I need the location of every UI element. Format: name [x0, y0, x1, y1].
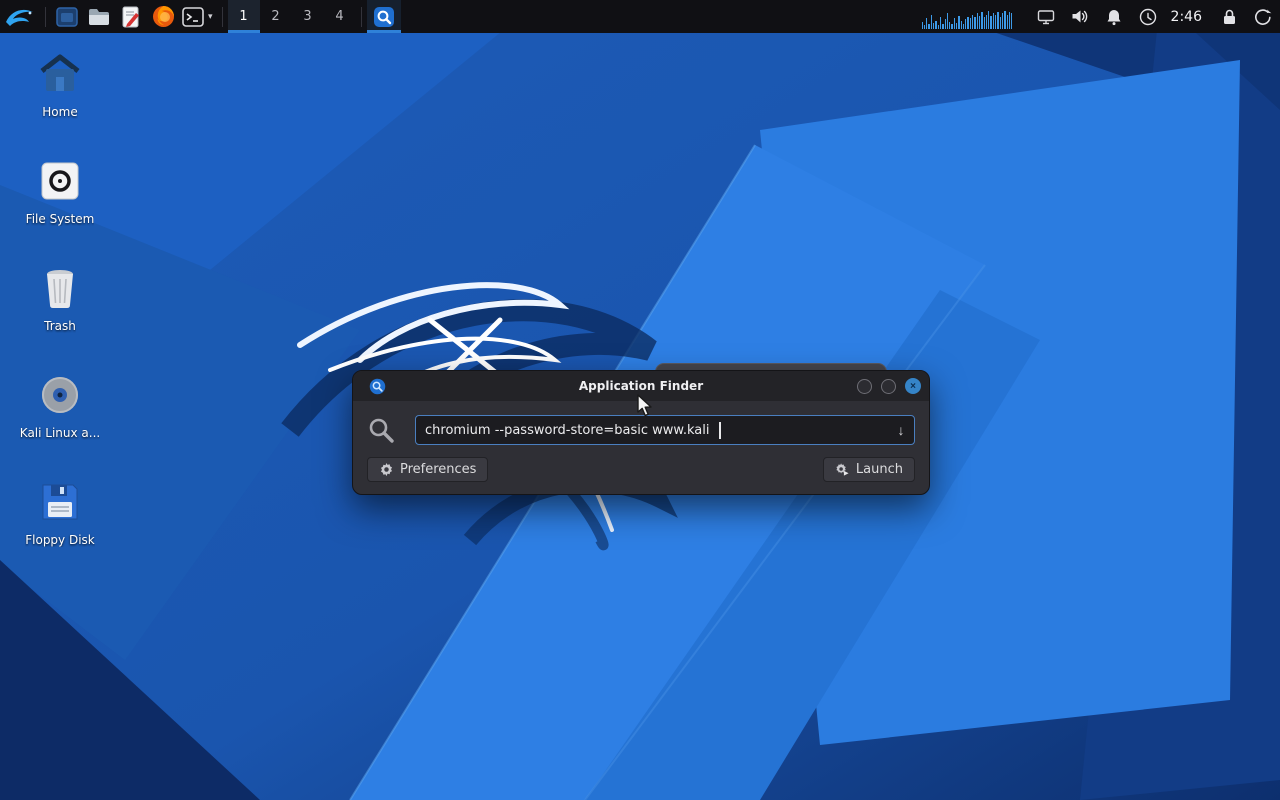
window-controls: ×: [857, 378, 921, 394]
firefox-launcher[interactable]: [147, 0, 179, 33]
desktop-icon-file-system[interactable]: File System: [8, 155, 112, 262]
home-icon: [34, 48, 86, 100]
search-row: ↓: [367, 415, 915, 445]
window-title: Application Finder: [353, 379, 929, 393]
folder-launcher[interactable]: [83, 0, 115, 33]
kali-menu-icon: [5, 5, 35, 29]
desktop: ▾ 1 2 3 4: [0, 0, 1280, 800]
terminal-icon: [182, 6, 204, 28]
search-icon: [367, 416, 395, 444]
gear-icon: [379, 462, 394, 477]
minimize-button[interactable]: [857, 379, 872, 394]
workspace-1[interactable]: 1: [228, 0, 260, 33]
workspace-3[interactable]: 3: [292, 0, 324, 33]
launch-button[interactable]: Launch: [823, 457, 915, 482]
close-button[interactable]: ×: [905, 378, 921, 394]
terminal-launcher[interactable]: ▾: [179, 0, 217, 33]
trash-icon: [34, 262, 86, 314]
text-editor-launcher[interactable]: [115, 0, 147, 33]
desktop-icon-list: Home File System Trash: [8, 48, 112, 583]
command-input-wrap: ↓: [415, 415, 915, 445]
text-editor-icon: [120, 6, 142, 28]
desktop-icon-label: Kali Linux a...: [20, 426, 100, 440]
preferences-label: Preferences: [400, 462, 476, 477]
folder-icon: [88, 6, 110, 28]
taskbar-application-finder[interactable]: [367, 0, 401, 33]
system-monitor-graph[interactable]: [920, 0, 1015, 33]
clock[interactable]: 2:46: [1171, 9, 1202, 25]
preferences-button[interactable]: Preferences: [367, 457, 488, 482]
volume-icon[interactable]: [1063, 0, 1097, 33]
file-system-icon: [34, 155, 86, 207]
file-manager-launcher[interactable]: [51, 0, 83, 33]
maximize-button[interactable]: [881, 379, 896, 394]
disc-icon: [34, 369, 86, 421]
desktop-icon-label: Floppy Disk: [25, 533, 95, 547]
desktop-icon-kali-linux[interactable]: Kali Linux a...: [8, 369, 112, 476]
desktop-icon-label: Trash: [44, 319, 76, 333]
button-row: Preferences Launch: [367, 457, 915, 482]
desktop-icon-trash[interactable]: Trash: [8, 262, 112, 369]
workspace-4[interactable]: 4: [324, 0, 356, 33]
notifications-icon[interactable]: [1097, 0, 1131, 33]
lock-icon[interactable]: [1212, 0, 1246, 33]
desktop-icon-home[interactable]: Home: [8, 48, 112, 155]
application-finder-icon: [373, 6, 395, 28]
run-icon: [835, 462, 850, 477]
desktop-icon-label: File System: [26, 212, 95, 226]
workspace-switcher: 1 2 3 4: [228, 0, 356, 33]
command-input[interactable]: [416, 416, 888, 444]
terminal-button[interactable]: [179, 0, 207, 33]
display-icon[interactable]: [1029, 0, 1063, 33]
desktop-icon-label: Home: [42, 105, 77, 119]
desktop-icon-floppy-disk[interactable]: Floppy Disk: [8, 476, 112, 583]
file-manager-icon: [56, 6, 78, 28]
text-caret: [719, 422, 721, 439]
session-icon[interactable]: [1246, 0, 1280, 33]
workspace-2[interactable]: 2: [260, 0, 292, 33]
firefox-icon: [152, 5, 175, 28]
titlebar[interactable]: Application Finder ×: [353, 371, 929, 401]
history-dropdown-button[interactable]: ↓: [888, 416, 914, 444]
monitor-bars: [922, 5, 1013, 29]
chevron-down-icon[interactable]: ▾: [207, 12, 217, 22]
panel-separator: [45, 7, 46, 27]
top-panel: ▾ 1 2 3 4: [0, 0, 1280, 33]
launch-label: Launch: [856, 462, 903, 477]
panel-separator: [222, 7, 223, 27]
finder-content: ↓ Preferences Launch: [353, 401, 929, 494]
application-finder-window: Application Finder × ↓: [352, 370, 930, 495]
kali-menu-button[interactable]: [0, 0, 40, 33]
floppy-disk-icon: [34, 476, 86, 528]
application-finder-window-icon: [369, 378, 386, 395]
updates-icon[interactable]: [1131, 0, 1165, 33]
panel-separator: [361, 7, 362, 27]
